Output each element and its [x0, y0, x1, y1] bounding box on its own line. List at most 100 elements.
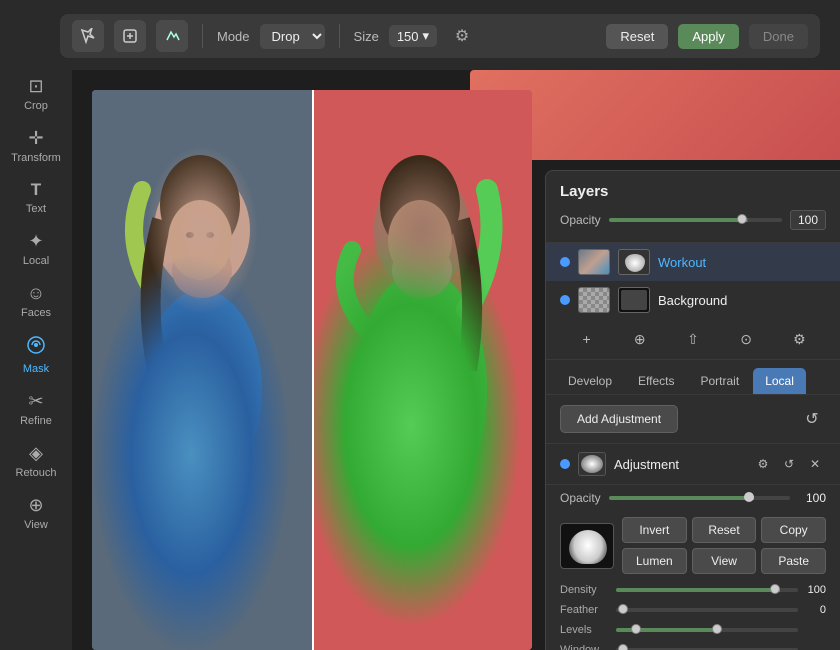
- density-value: 100: [806, 584, 826, 596]
- sidebar-item-transform[interactable]: ✛ Transform: [6, 122, 66, 170]
- sidebar-item-retouch[interactable]: ◈ Retouch: [6, 437, 66, 485]
- tab-develop[interactable]: Develop: [556, 368, 624, 394]
- photo-divider: [312, 90, 314, 650]
- feather-label: Feather: [560, 604, 608, 616]
- adjustment-undo-button[interactable]: ↺: [778, 453, 800, 475]
- invert-button[interactable]: Invert: [622, 517, 687, 543]
- toolbar-separator-2: [339, 24, 340, 48]
- layer-mask-workout: [618, 249, 650, 275]
- layers-title: Layers: [560, 183, 826, 200]
- undo-button[interactable]: ↺: [798, 405, 826, 433]
- adj-opacity-value: 100: [798, 491, 826, 505]
- settings-gear-icon[interactable]: ⚙: [447, 21, 477, 51]
- adjustment-header: Adjustment ⚙ ↺ ✕: [546, 444, 840, 485]
- sidebar-item-mask[interactable]: Mask: [6, 329, 66, 381]
- mask-btn-row-1: Invert Reset Copy: [622, 517, 826, 543]
- layer-item-background[interactable]: Background: [546, 281, 840, 319]
- levels-thumb-1: [712, 624, 722, 634]
- tab-effects[interactable]: Effects: [626, 368, 686, 394]
- adj-opacity-slider[interactable]: [609, 496, 790, 500]
- add-adjustment-button[interactable]: Add Adjustment: [560, 405, 678, 433]
- sidebar-item-text[interactable]: T Text: [6, 174, 66, 221]
- layer-name-background: Background: [658, 293, 826, 308]
- layer-item-workout[interactable]: Workout: [546, 243, 840, 281]
- local-icon: ✦: [28, 231, 43, 252]
- feather-slider-row: Feather 0: [560, 604, 826, 616]
- tab-local[interactable]: Local: [753, 368, 806, 394]
- tab-bar: Develop Effects Portrait Local: [546, 360, 840, 395]
- mask-preview-thumbnail: [560, 523, 614, 569]
- view-icon: ⊕: [28, 495, 43, 516]
- mask-icon: [26, 335, 46, 360]
- layer-duplicate-button[interactable]: ⊕: [626, 325, 654, 353]
- sidebar-item-view[interactable]: ⊕ View: [6, 489, 66, 537]
- density-thumb: [770, 584, 780, 594]
- adjustment-opacity-row: Opacity 100: [546, 485, 840, 511]
- layer-blend-button[interactable]: ⊙: [732, 325, 760, 353]
- density-slider-row: Density 100: [560, 584, 826, 596]
- levels-slider[interactable]: [616, 628, 798, 632]
- layer-mask-background: [618, 287, 650, 313]
- toolbar-icon-1[interactable]: [72, 20, 104, 52]
- mode-dropdown[interactable]: Drop: [260, 24, 325, 49]
- transform-icon: ✛: [28, 128, 43, 149]
- layer-settings-button[interactable]: ⚙: [785, 325, 813, 353]
- paste-button[interactable]: Paste: [761, 548, 826, 574]
- adjustment-close-button[interactable]: ✕: [804, 453, 826, 475]
- window-thumb: [618, 644, 628, 650]
- photo-masked-half: [312, 90, 532, 650]
- size-value-group: 150 ▾: [389, 25, 437, 47]
- size-label: Size: [354, 29, 379, 44]
- lumen-button[interactable]: Lumen: [622, 548, 687, 574]
- view-button[interactable]: View: [692, 548, 757, 574]
- toolbar-icon-3[interactable]: [156, 20, 188, 52]
- faces-icon: ☺: [27, 283, 45, 304]
- layer-merge-button[interactable]: ⇧: [679, 325, 707, 353]
- opacity-slider[interactable]: [609, 218, 782, 222]
- layer-name-workout: Workout: [658, 255, 826, 270]
- done-button: Done: [749, 24, 808, 49]
- toolbar-separator: [202, 24, 203, 48]
- sidebar-item-local[interactable]: ✦ Local: [6, 225, 66, 273]
- layer-tools-bar: + ⊕ ⇧ ⊙ ⚙: [546, 319, 840, 360]
- photo-canvas: [92, 90, 532, 650]
- opacity-row: Opacity 100: [560, 210, 826, 230]
- mask-reset-button[interactable]: Reset: [692, 517, 757, 543]
- left-sidebar: ⊡ Crop ✛ Transform T Text ✦ Local ☺ Face…: [0, 0, 72, 650]
- layer-add-button[interactable]: +: [573, 325, 601, 353]
- text-icon: T: [31, 180, 41, 200]
- layer-thumbnail-background: [578, 287, 610, 313]
- mask-btn-row-2: Lumen View Paste: [622, 548, 826, 574]
- levels-thumb-2: [631, 624, 641, 634]
- chevron-down-icon: ▾: [423, 28, 430, 44]
- density-slider[interactable]: [616, 588, 798, 592]
- feather-slider[interactable]: [616, 608, 798, 612]
- opacity-value[interactable]: 100: [790, 210, 826, 230]
- sidebar-item-label: Mask: [23, 363, 49, 375]
- sidebar-item-faces[interactable]: ☺ Faces: [6, 277, 66, 325]
- sidebar-item-crop[interactable]: ⊡ Crop: [6, 70, 66, 118]
- window-label: Window: [560, 644, 608, 650]
- feather-thumb: [618, 604, 628, 614]
- levels-label: Levels: [560, 624, 608, 636]
- apply-button[interactable]: Apply: [678, 24, 739, 49]
- reset-button[interactable]: Reset: [606, 24, 668, 49]
- toolbar-icon-2[interactable]: [114, 20, 146, 52]
- adjustment-dot: [560, 459, 570, 469]
- adjustment-gear-icon[interactable]: ⚙: [752, 453, 774, 475]
- layer-dot-workout: [560, 257, 570, 267]
- sidebar-item-refine[interactable]: ✂ Refine: [6, 385, 66, 433]
- mask-row: Invert Reset Copy Lumen View Paste: [546, 511, 840, 580]
- layer-thumbnail-workout: [578, 249, 610, 275]
- density-label: Density: [560, 584, 608, 596]
- sidebar-item-label: Faces: [21, 307, 51, 319]
- sidebar-item-label: Refine: [20, 415, 52, 427]
- tab-portrait[interactable]: Portrait: [689, 368, 752, 394]
- layers-panel: Layers Opacity 100 Workout Background +: [545, 170, 840, 650]
- sidebar-item-label: Transform: [11, 152, 61, 164]
- levels-slider-row: Levels: [560, 624, 826, 636]
- adjustment-thumbnail: [578, 452, 606, 476]
- opacity-label: Opacity: [560, 213, 601, 227]
- opacity-thumb: [737, 214, 747, 224]
- copy-button[interactable]: Copy: [761, 517, 826, 543]
